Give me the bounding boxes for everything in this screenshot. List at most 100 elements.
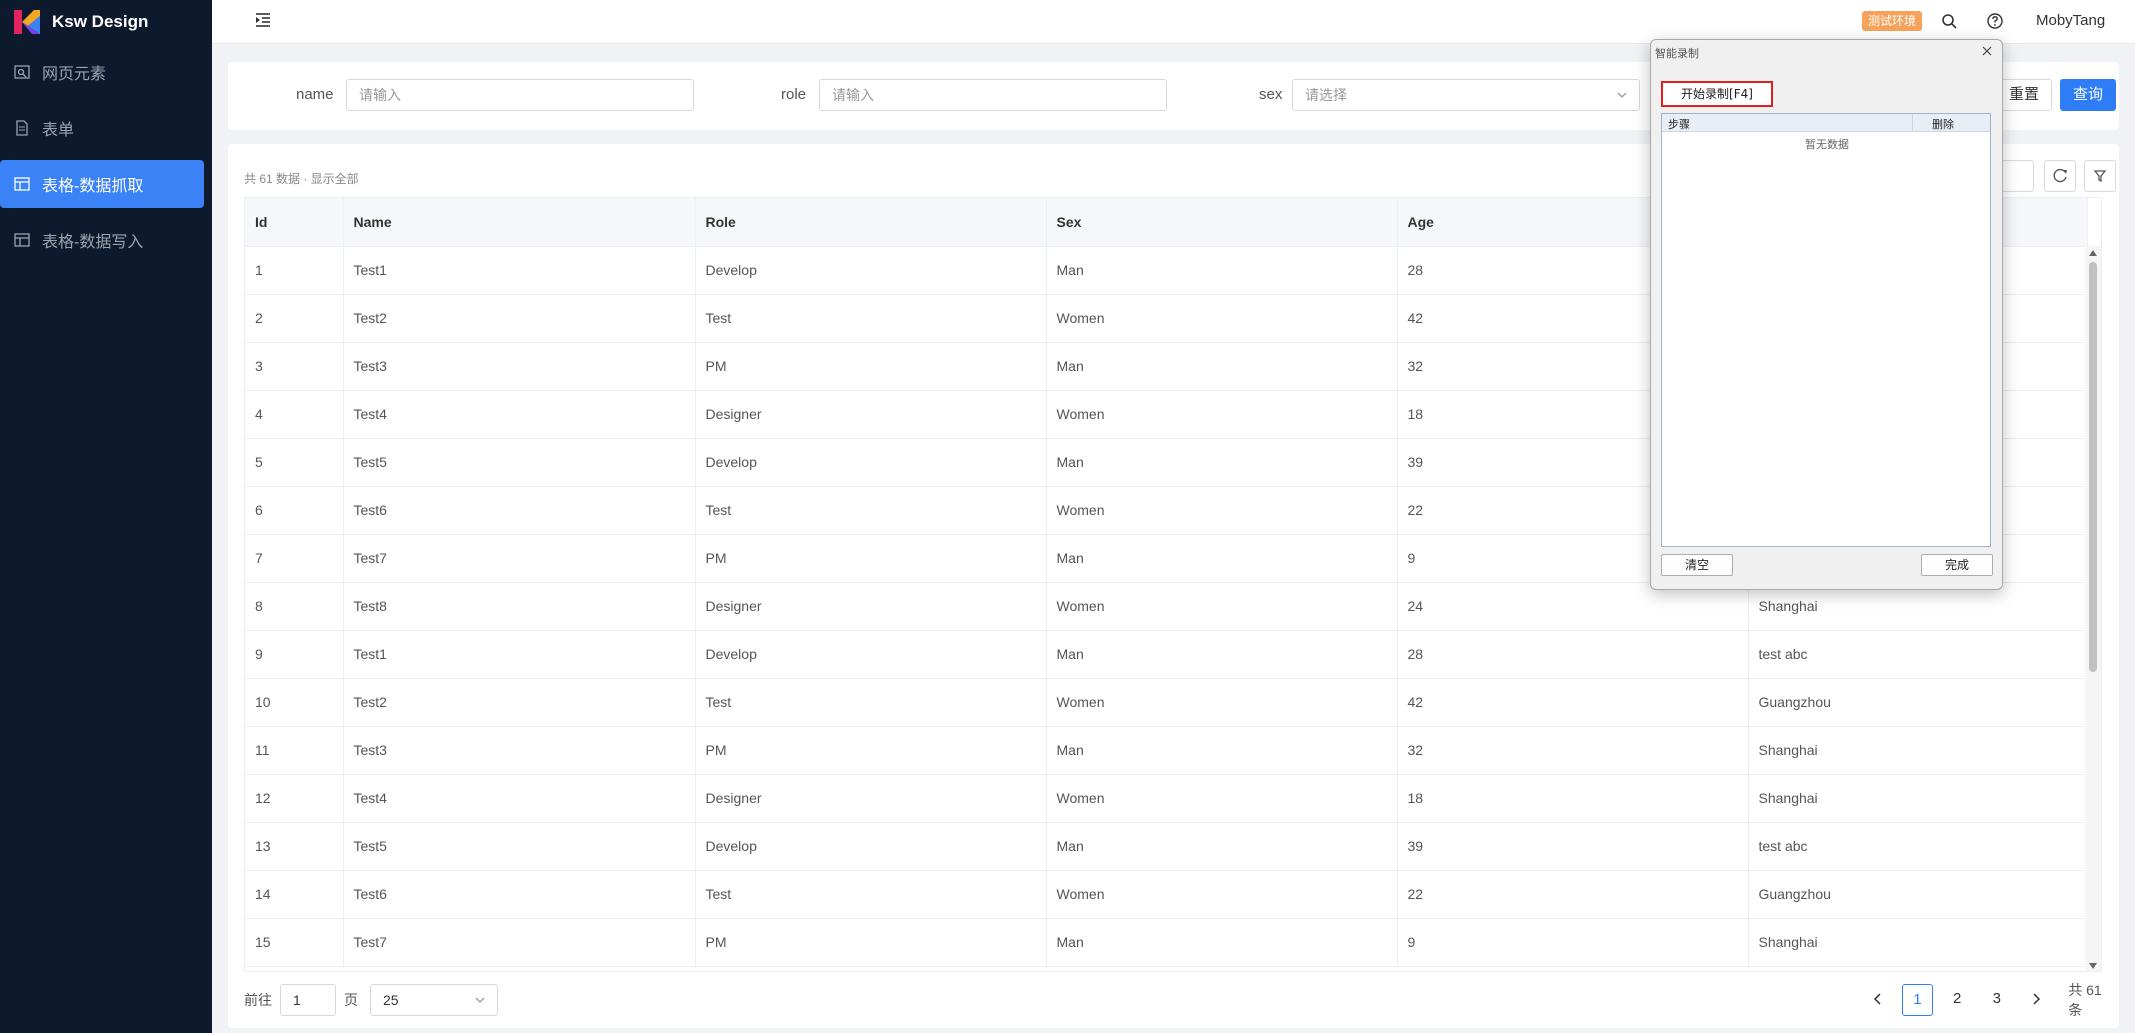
table-cell: Women [1046, 582, 1398, 631]
table-cell: 2 [245, 294, 344, 343]
prev-page-button[interactable] [1862, 984, 1894, 1016]
table-cell: 14 [245, 870, 344, 919]
table-cell: Man [1046, 438, 1398, 487]
user-name[interactable]: MobyTang [2036, 12, 2105, 29]
table-cell: Test6 [343, 870, 696, 919]
chevron-down-icon [1617, 92, 1627, 98]
page-size-select[interactable]: 25 [370, 984, 498, 1016]
close-icon[interactable] [1980, 44, 1994, 58]
search-icon [14, 65, 30, 79]
table-cell: 6 [245, 486, 344, 535]
steps-list[interactable]: 步骤 删除 暂无数据 [1661, 113, 1991, 547]
reset-button[interactable]: 重置 [1996, 79, 2053, 111]
table-cell: Test3 [343, 726, 696, 775]
sex-label: sex [1259, 86, 1283, 103]
ksw-logo-icon [14, 10, 40, 34]
page-button-2[interactable]: 2 [1941, 984, 1973, 1016]
table-cell: Test1 [343, 630, 696, 679]
chevron-left-icon [1873, 993, 1881, 1005]
dialog-title: 智能录制 [1655, 47, 1699, 60]
help-icon[interactable] [1986, 12, 2004, 30]
table-cell: Man [1046, 822, 1398, 871]
table-cell: Women [1046, 486, 1398, 535]
table-cell: 11 [245, 726, 344, 775]
role-input[interactable]: 请输入 [819, 79, 1167, 111]
pager-jump: 前往 1 页 25 [244, 984, 498, 1016]
table-cell: Man [1046, 630, 1398, 679]
step-column-header[interactable]: 步骤 [1668, 116, 1690, 132]
table-cell: Test7 [343, 918, 696, 967]
query-button[interactable]: 查询 [2060, 79, 2117, 111]
start-record-button[interactable]: 开始录制[F4] [1661, 81, 1773, 107]
table-cell: Test2 [343, 294, 696, 343]
scroll-up-icon[interactable] [2089, 250, 2097, 256]
page-button-3[interactable]: 3 [1981, 984, 2013, 1016]
table-row[interactable]: 14 Test6 Test Women 22 Guangzhou [245, 870, 2088, 919]
sidebar-item-web-elements[interactable]: 网页元素 [0, 48, 204, 96]
done-button[interactable]: 完成 [1921, 554, 1993, 576]
table-cell: Test4 [343, 390, 696, 439]
sidebar-item-label: 表格-数据写入 [42, 234, 144, 251]
search-icon[interactable] [1940, 12, 1958, 30]
refresh-icon [2053, 168, 2067, 183]
table-cell: PM [695, 726, 1047, 775]
table-cell: Women [1046, 390, 1398, 439]
table-row[interactable]: 15 Test7 PM Man 9 Shanghai [245, 918, 2088, 967]
sidebar-item-table-scrape[interactable]: 表格-数据抓取 [0, 160, 204, 208]
table-cell: 9 [1397, 918, 1749, 967]
name-input[interactable]: 请输入 [346, 79, 694, 111]
sex-select[interactable]: 请选择 [1292, 79, 1640, 111]
table-cell: PM [695, 342, 1047, 391]
table-cell: 7 [245, 534, 344, 583]
scrollbar-thumb[interactable] [2089, 262, 2097, 672]
chevron-right-icon [2033, 993, 2041, 1005]
table-cell: Women [1046, 870, 1398, 919]
clear-button[interactable]: 清空 [1661, 554, 1733, 576]
table-cell: 3 [245, 342, 344, 391]
table-cell: Shanghai [1748, 726, 2088, 775]
vertical-scrollbar[interactable] [2085, 246, 2101, 971]
table-cell: 42 [1397, 678, 1749, 727]
table-cell: PM [695, 534, 1047, 583]
refresh-button[interactable] [2044, 160, 2076, 192]
table-row[interactable]: 10 Test2 Test Women 42 Guangzhou [245, 678, 2088, 727]
table-cell: Designer [695, 582, 1047, 631]
column-header[interactable]: Id [245, 198, 344, 247]
page-button-1[interactable]: 1 [1901, 984, 1934, 1016]
column-header[interactable]: Name [343, 198, 696, 247]
table-row[interactable]: 9 Test1 Develop Man 28 test abc [245, 630, 2088, 679]
goto-page-input[interactable]: 1 [280, 984, 336, 1016]
table-cell: 8 [245, 582, 344, 631]
table-icon [14, 233, 30, 247]
pagination: 1 2 3 共 61 条 [1858, 982, 2119, 1018]
table-row[interactable]: 13 Test5 Develop Man 39 test abc [245, 822, 2088, 871]
table-cell: Test4 [343, 774, 696, 823]
sidebar-item-form[interactable]: 表单 [0, 104, 204, 152]
scroll-down-icon[interactable] [2089, 963, 2097, 969]
table-row[interactable]: 12 Test4 Designer Women 18 Shanghai [245, 774, 2088, 823]
column-header[interactable]: Role [695, 198, 1047, 247]
table-cell: PM [695, 918, 1047, 967]
table-cell: Develop [695, 246, 1047, 295]
env-badge: 测试环境 [1862, 11, 1923, 31]
table-cell: test abc [1748, 630, 2088, 679]
delete-column-header[interactable]: 删除 [1932, 116, 1954, 132]
logo[interactable]: Ksw Design [0, 0, 212, 44]
filter-button[interactable] [2084, 160, 2116, 192]
table-cell: Develop [695, 822, 1047, 871]
table-cell: Test [695, 678, 1047, 727]
name-label: name [296, 86, 334, 103]
column-header[interactable]: Sex [1046, 198, 1398, 247]
next-page-button[interactable] [2021, 984, 2053, 1016]
steps-list-header: 步骤 删除 [1662, 114, 1990, 132]
table-cell: 1 [245, 246, 344, 295]
table-row[interactable]: 11 Test3 PM Man 32 Shanghai [245, 726, 2088, 775]
table-cell: 10 [245, 678, 344, 727]
table-cell: Test [695, 294, 1047, 343]
sidebar-item-table-write[interactable]: 表格-数据写入 [0, 216, 204, 264]
sidebar: Ksw Design 网页元素 表单 表格-数据抓取 表格-数据写入 [0, 0, 212, 1033]
menu-fold-icon[interactable] [254, 11, 272, 29]
table-search-input[interactable] [2002, 160, 2034, 192]
table-cell: Test3 [343, 342, 696, 391]
table-cell: 5 [245, 438, 344, 487]
